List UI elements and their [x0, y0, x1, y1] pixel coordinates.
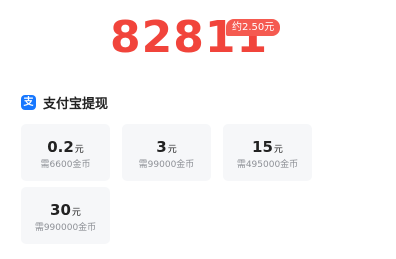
option-price: 30元 — [21, 201, 110, 222]
withdraw-option-0[interactable]: 0.2元 需6600金币 — [21, 124, 110, 181]
section-title: 支付宝提现 — [43, 96, 109, 112]
rmb-estimate-badge: 约2.50元 — [226, 19, 281, 36]
coin-balance: 82811 — [110, 12, 269, 63]
option-unit: 元 — [71, 208, 81, 218]
option-unit: 元 — [74, 145, 84, 155]
option-cost: 需990000金币 — [34, 223, 97, 233]
alipay-withdraw-header: 支 支付宝提现 — [21, 92, 108, 112]
withdraw-option-1[interactable]: 3元 需99000金币 — [122, 124, 211, 181]
withdraw-option-2[interactable]: 15元 需495000金币 — [223, 124, 312, 181]
option-amount: 0.2 — [47, 138, 74, 156]
option-price: 15元 — [223, 138, 312, 159]
option-unit: 元 — [273, 145, 283, 155]
option-unit: 元 — [167, 145, 177, 155]
option-amount: 15 — [252, 138, 273, 156]
option-amount: 30 — [50, 201, 71, 219]
option-price: 0.2元 — [21, 138, 110, 159]
balance-header: 82811 约2.50元 — [0, 8, 396, 72]
option-cost: 需99000金币 — [138, 160, 195, 170]
option-cost: 需6600金币 — [40, 160, 91, 170]
option-amount: 3 — [156, 138, 167, 156]
option-cost: 需495000金币 — [236, 160, 299, 170]
withdraw-option-3[interactable]: 30元 需990000金币 — [21, 187, 110, 244]
option-price: 3元 — [122, 138, 211, 159]
alipay-icon: 支 — [21, 94, 36, 110]
